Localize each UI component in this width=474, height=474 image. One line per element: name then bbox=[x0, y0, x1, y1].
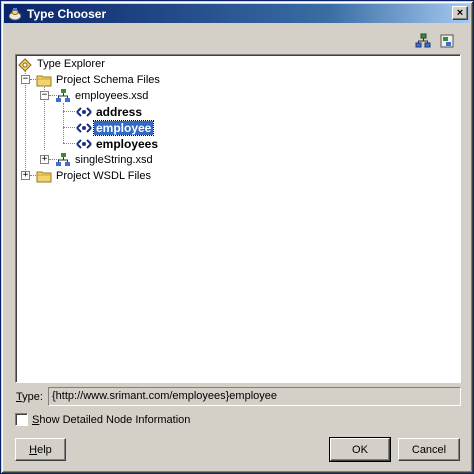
element-icon bbox=[76, 139, 92, 149]
tree-node-label: Type Explorer bbox=[37, 58, 105, 70]
schema-file-icon bbox=[56, 153, 70, 166]
detailed-node-info-checkbox[interactable] bbox=[15, 413, 28, 426]
tree-node-label-selected: employee bbox=[92, 120, 155, 136]
tree-line bbox=[25, 71, 26, 174]
expand-toggle[interactable]: + bbox=[21, 171, 30, 180]
cancel-button[interactable]: Cancel bbox=[398, 438, 460, 461]
detailed-node-info-option[interactable]: Show Detailed Node Information bbox=[15, 413, 190, 426]
tree-node-label: address bbox=[96, 105, 143, 119]
schema-refresh-button[interactable] bbox=[438, 32, 456, 50]
collapse-toggle[interactable]: − bbox=[21, 75, 30, 84]
type-chooser-dialog: Type Chooser × Type Explorer − Project S… bbox=[0, 0, 474, 474]
title-bar[interactable]: Type Chooser × bbox=[4, 4, 470, 23]
type-field[interactable]: {http://www.srimant.com/employees}employ… bbox=[48, 387, 461, 406]
tree-node-label: employees bbox=[96, 137, 159, 151]
ok-label: OK bbox=[352, 443, 368, 456]
tree-expand-icon bbox=[415, 33, 431, 48]
type-explorer-icon bbox=[18, 58, 32, 72]
tree-node-project-schema-files[interactable]: Project Schema Files bbox=[36, 72, 162, 88]
window-title: Type Chooser bbox=[27, 6, 107, 21]
help-mnemonic: H bbox=[29, 443, 38, 456]
folder-icon bbox=[36, 75, 52, 87]
tree-line bbox=[63, 143, 75, 144]
tree-node-address[interactable]: address bbox=[76, 104, 144, 120]
type-label: Type: bbox=[16, 391, 43, 403]
tree-node-type-explorer[interactable]: Type Explorer bbox=[17, 56, 107, 72]
cancel-label: Cancel bbox=[411, 443, 447, 456]
tree-node-label: singleString.xsd bbox=[75, 154, 153, 166]
checkbox-label-text: how Detailed Node Information bbox=[39, 413, 191, 426]
tree-node-project-wsdl-files[interactable]: Project WSDL Files bbox=[36, 168, 153, 184]
help-label: elp bbox=[37, 443, 52, 456]
close-icon: × bbox=[456, 6, 464, 19]
element-icon bbox=[76, 123, 92, 133]
tree-line bbox=[63, 103, 64, 143]
tree-node-employees-xsd[interactable]: employees.xsd bbox=[55, 88, 150, 104]
element-icon bbox=[76, 107, 92, 117]
tree-line bbox=[63, 111, 75, 112]
tree-node-label: Project Schema Files bbox=[56, 74, 160, 86]
type-tree[interactable]: Type Explorer − Project Schema Files − e… bbox=[15, 54, 461, 383]
tree-node-singlestring-xsd[interactable]: singleString.xsd bbox=[55, 152, 155, 168]
tree-expand-button[interactable] bbox=[414, 32, 432, 50]
detailed-node-info-label: Show Detailed Node Information bbox=[32, 414, 190, 426]
folder-icon bbox=[36, 171, 52, 183]
expand-toggle[interactable]: + bbox=[40, 155, 49, 164]
tree-node-label: employees.xsd bbox=[75, 90, 149, 102]
tree-line bbox=[63, 127, 75, 128]
tree-node-employees[interactable]: employees bbox=[76, 136, 160, 152]
ok-button[interactable]: OK bbox=[329, 437, 391, 462]
schema-file-icon bbox=[56, 89, 70, 102]
schema-refresh-icon bbox=[440, 34, 454, 48]
type-label-text: ype: bbox=[22, 391, 43, 403]
tree-node-label: Project WSDL Files bbox=[56, 170, 151, 182]
close-button[interactable]: × bbox=[452, 6, 468, 20]
help-button[interactable]: Help bbox=[15, 438, 66, 461]
tree-node-employee[interactable]: employee bbox=[76, 120, 155, 136]
collapse-toggle[interactable]: − bbox=[40, 91, 49, 100]
app-icon bbox=[7, 6, 23, 22]
